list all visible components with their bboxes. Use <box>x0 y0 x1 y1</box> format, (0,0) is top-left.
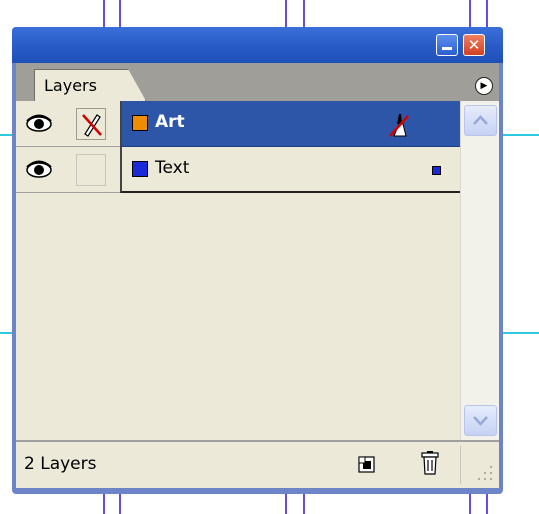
layer-count: 2 Layers <box>24 454 97 474</box>
delete-layer-button[interactable] <box>420 450 440 476</box>
selection-indicator[interactable] <box>432 166 441 175</box>
minimize-button[interactable] <box>436 34 458 56</box>
trash-icon <box>421 451 439 475</box>
layer-color-swatch <box>132 161 148 177</box>
layer-row-text[interactable]: Text <box>16 147 460 193</box>
panel-titlebar[interactable]: ✕ <box>12 27 503 63</box>
new-layer-icon <box>358 456 375 473</box>
chevron-up-icon <box>473 115 488 125</box>
edit-toggle[interactable] <box>76 108 106 140</box>
chevron-down-icon <box>473 416 488 426</box>
visibility-toggle[interactable] <box>22 108 58 140</box>
layer-name: Text <box>155 158 190 178</box>
layers-list: Art Text <box>16 101 460 440</box>
divider <box>460 446 461 484</box>
tab-strip: Layers ▶ <box>16 63 499 101</box>
new-layer-button[interactable] <box>356 454 378 476</box>
panel-menu-button[interactable]: ▶ <box>475 77 493 95</box>
vertical-scrollbar[interactable] <box>460 101 499 440</box>
visibility-toggle[interactable] <box>22 154 58 186</box>
scroll-down-button[interactable] <box>464 405 497 436</box>
close-button[interactable]: ✕ <box>463 34 485 56</box>
layers-panel: ✕ Layers ▶ Art Text 2 Layers <box>12 27 503 494</box>
panel-statusbar: 2 Layers <box>16 440 499 488</box>
resize-grip-icon[interactable] <box>471 459 495 483</box>
layer-color-swatch <box>132 115 148 131</box>
layer-controls <box>16 101 120 147</box>
layer-name-area[interactable]: Text <box>120 147 460 193</box>
pen-crossed-icon <box>388 110 410 138</box>
scroll-up-button[interactable] <box>464 105 497 136</box>
layer-name: Art <box>155 112 185 132</box>
layer-row-art[interactable]: Art <box>16 101 460 147</box>
tab-layers-label: Layers <box>44 76 97 95</box>
edit-toggle[interactable] <box>76 154 106 186</box>
layers-list-area: Art Text <box>16 101 499 440</box>
eye-icon <box>26 114 52 132</box>
pencil-disabled-icon <box>82 114 102 137</box>
tab-layers[interactable]: Layers <box>34 69 146 101</box>
layer-name-area[interactable]: Art <box>120 101 460 147</box>
eye-icon <box>26 160 52 178</box>
layer-controls <box>16 147 120 193</box>
